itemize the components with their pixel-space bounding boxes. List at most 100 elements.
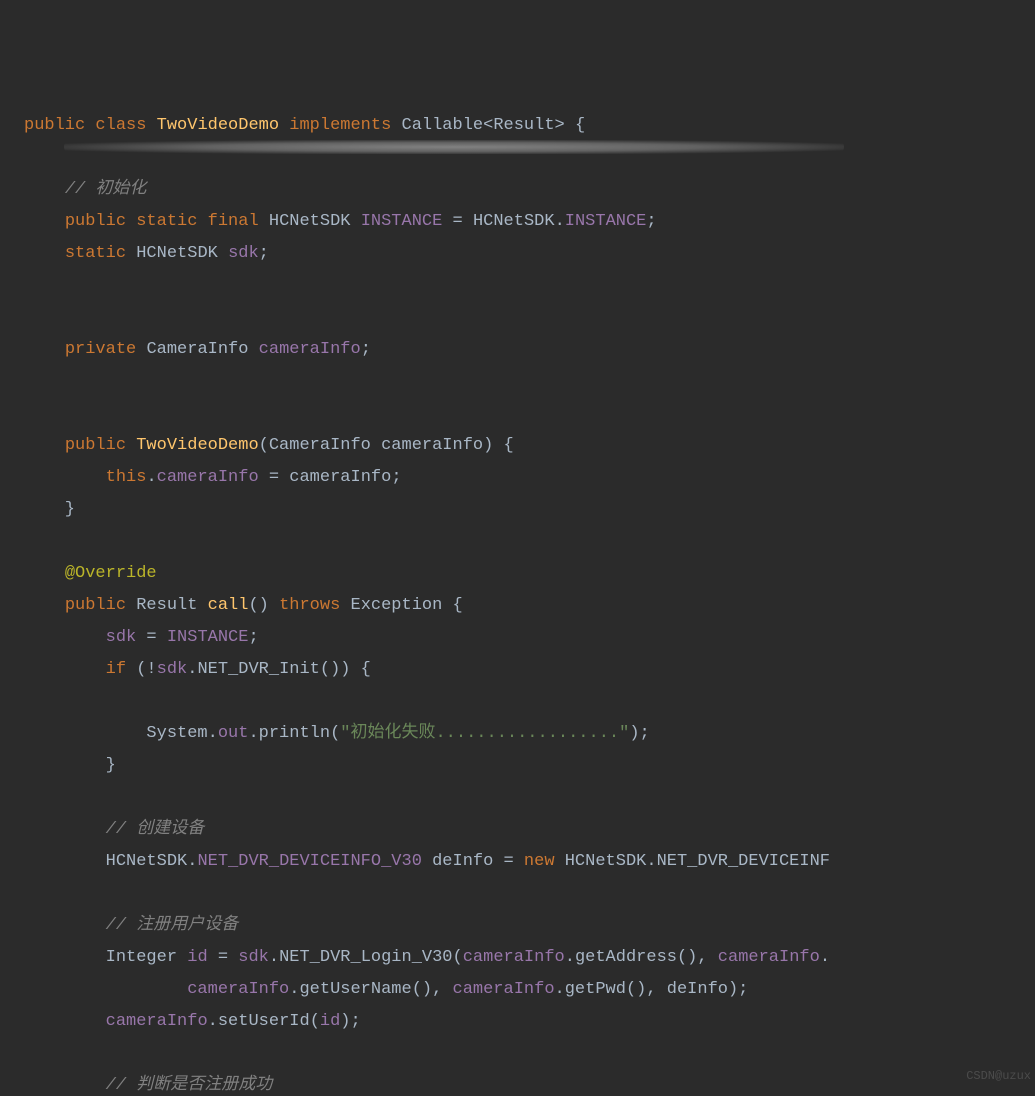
token-pun: );	[629, 724, 649, 743]
token-fld: INSTANCE	[167, 628, 249, 647]
token-pun: .	[565, 948, 575, 967]
token-kw: implements	[289, 116, 391, 135]
token-typ: HCNetSDK	[565, 852, 647, 871]
code-line: this.cameraInfo = cameraInfo;	[24, 462, 1035, 494]
token-op: =	[259, 468, 290, 487]
token-op	[422, 852, 432, 871]
token-fld: sdk	[228, 244, 259, 263]
token-fld: sdk	[238, 948, 269, 967]
token-op	[279, 116, 289, 135]
token-def: TwoVideoDemo	[136, 436, 258, 455]
token-fld: cameraInfo	[106, 1012, 208, 1031]
token-kw: this	[106, 468, 147, 487]
code-line: sdk = INSTANCE;	[24, 622, 1035, 654]
token-op	[197, 596, 207, 615]
code-line	[24, 526, 1035, 558]
token-fld: cameraInfo	[259, 340, 361, 359]
token-pun: ;	[646, 212, 656, 231]
token-op	[126, 596, 136, 615]
token-op	[24, 244, 65, 263]
token-pun: .	[820, 948, 830, 967]
code-line: public TwoVideoDemo(CameraInfo cameraInf…	[24, 430, 1035, 462]
code-block: public class TwoVideoDemo implements Cal…	[24, 110, 1035, 1096]
code-line	[24, 270, 1035, 302]
token-fld: cameraInfo	[718, 948, 820, 967]
token-op	[24, 564, 65, 583]
token-pun: ;	[391, 468, 401, 487]
token-kw: new	[524, 852, 555, 871]
code-line: HCNetSDK.NET_DVR_DEVICEINFO_V30 deInfo =…	[24, 846, 1035, 878]
token-op	[24, 436, 65, 455]
code-line	[24, 302, 1035, 334]
token-mth: getAddress	[575, 948, 677, 967]
token-kw: public	[65, 596, 126, 615]
code-line	[24, 1038, 1035, 1070]
watermark: CSDN@uzux	[966, 1060, 1031, 1092]
token-pun: }	[24, 500, 75, 519]
token-kw: public	[65, 212, 126, 231]
token-op	[555, 852, 565, 871]
token-fld: cameraInfo	[187, 980, 289, 999]
token-op	[24, 916, 106, 935]
token-op	[24, 660, 106, 679]
token-op	[371, 436, 381, 455]
token-pun: (	[310, 1012, 320, 1031]
token-op: =	[136, 628, 167, 647]
code-line: cameraInfo.getUserName(), cameraInfo.get…	[24, 974, 1035, 1006]
token-op: =	[493, 852, 524, 871]
token-cmt: // 创建设备	[106, 820, 205, 839]
token-op	[197, 212, 207, 231]
token-op	[136, 340, 146, 359]
token-pun: (	[330, 724, 340, 743]
code-line	[24, 782, 1035, 814]
code-line: cameraInfo.setUserId(id);	[24, 1006, 1035, 1038]
token-pun: (	[453, 948, 463, 967]
token-pun: .	[187, 852, 197, 871]
code-line	[24, 142, 1035, 174]
token-mth: getPwd	[565, 980, 626, 999]
token-typ: Exception	[351, 596, 443, 615]
token-typ: CameraInfo	[146, 340, 248, 359]
token-kw: static	[65, 244, 126, 263]
token-typ: Result	[136, 596, 197, 615]
token-op	[126, 436, 136, 455]
token-kw: private	[65, 340, 136, 359]
token-typ: CameraInfo	[269, 436, 371, 455]
token-str: "初始化失败.................."	[340, 724, 629, 743]
token-op	[85, 116, 95, 135]
token-op	[24, 628, 106, 647]
token-op	[24, 1076, 106, 1095]
token-op	[24, 852, 106, 871]
token-pun: ()	[248, 596, 279, 615]
token-fld: out	[218, 724, 249, 743]
code-line: @Override	[24, 558, 1035, 590]
code-line: }	[24, 750, 1035, 782]
token-kw: public	[65, 436, 126, 455]
code-line: // 判断是否注册成功	[24, 1070, 1035, 1096]
token-fld: INSTANCE	[361, 212, 443, 231]
code-line: public static final HCNetSDK INSTANCE = …	[24, 206, 1035, 238]
code-line	[24, 878, 1035, 910]
token-pun: .	[269, 948, 279, 967]
token-pun: .	[289, 980, 299, 999]
token-op	[24, 724, 146, 743]
token-kw: class	[95, 116, 146, 135]
token-op	[146, 116, 156, 135]
code-line	[24, 398, 1035, 430]
token-pun: ;	[361, 340, 371, 359]
token-typ: System	[146, 724, 207, 743]
token-mth: NET_DVR_Login_V30	[279, 948, 452, 967]
token-op	[24, 596, 65, 615]
token-op	[24, 820, 106, 839]
token-def: TwoVideoDemo	[157, 116, 279, 135]
token-fld: cameraInfo	[157, 468, 259, 487]
token-def: call	[208, 596, 249, 615]
token-pun: ) {	[483, 436, 514, 455]
code-line: private CameraInfo cameraInfo;	[24, 334, 1035, 366]
token-op	[24, 468, 106, 487]
token-typ: Integer	[106, 948, 177, 967]
token-pun: .	[248, 724, 258, 743]
code-line: Integer id = sdk.NET_DVR_Login_V30(camer…	[24, 942, 1035, 974]
token-op: =	[208, 948, 239, 967]
token-id: deInfo	[667, 980, 728, 999]
